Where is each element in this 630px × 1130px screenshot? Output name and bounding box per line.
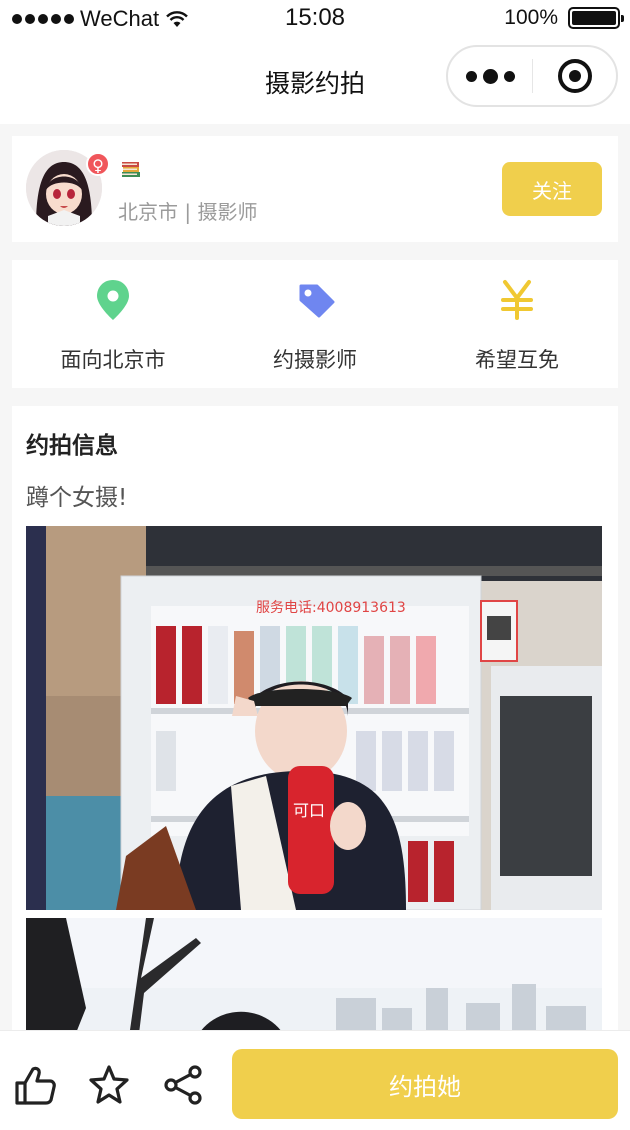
svg-text:可口: 可口 bbox=[293, 801, 325, 820]
more-dot-icon bbox=[465, 70, 477, 82]
battery-icon bbox=[568, 7, 624, 29]
feature-label: 面向北京市 bbox=[60, 348, 166, 372]
feature-price: 希望互免 bbox=[416, 260, 618, 388]
star-icon[interactable] bbox=[87, 1063, 131, 1107]
profile-card: ♀ 北京市 | 摄影师 关注 bbox=[12, 136, 618, 242]
feature-location: 面向北京市 bbox=[12, 260, 214, 388]
mini-program-capsule bbox=[446, 45, 618, 107]
avatar-wrap[interactable]: ♀ bbox=[26, 150, 110, 226]
info-text: 蹲个女摄! bbox=[26, 485, 128, 511]
feature-label: 约摄影师 bbox=[273, 348, 357, 372]
more-options-button[interactable] bbox=[448, 47, 532, 105]
post-photo-image: 服务电话:4008913613 可口 bbox=[26, 526, 602, 910]
bottom-bar: 约拍她 bbox=[0, 1030, 630, 1130]
close-mini-program-button[interactable] bbox=[533, 47, 616, 105]
more-dot-icon bbox=[503, 70, 515, 82]
close-circle-icon bbox=[557, 59, 592, 93]
info-title: 约拍信息 bbox=[26, 433, 118, 459]
book-shoot-button[interactable]: 约拍她 bbox=[232, 1049, 618, 1119]
tag-icon bbox=[299, 284, 335, 318]
status-right: 100% bbox=[504, 6, 624, 30]
svg-text:服务电话:4008913613: 服务电话:4008913613 bbox=[256, 600, 406, 616]
battery-percent: 100% bbox=[504, 6, 558, 29]
feature-label: 希望互免 bbox=[475, 348, 559, 372]
location-pin-icon bbox=[97, 280, 129, 320]
follow-button[interactable]: 关注 bbox=[502, 162, 602, 216]
feature-photographer: 约摄影师 bbox=[214, 260, 416, 388]
features-card: 面向北京市 约摄影师 希望互免 bbox=[12, 260, 618, 388]
more-dot-icon bbox=[482, 68, 498, 84]
books-icon bbox=[122, 162, 140, 177]
info-card: 约拍信息 蹲个女摄! 服务电话:4008913613 可口 bbox=[12, 406, 618, 1046]
share-icon[interactable] bbox=[161, 1063, 205, 1107]
post-photo[interactable]: 服务电话:4008913613 可口 bbox=[26, 526, 602, 910]
nav-bar: 摄影约拍 bbox=[0, 36, 630, 124]
post-photo[interactable] bbox=[26, 918, 602, 1046]
gender-badge: ♀ bbox=[86, 152, 110, 176]
post-photo-image bbox=[26, 918, 602, 1046]
status-bar: WeChat 15:08 100% bbox=[0, 0, 630, 36]
yen-icon bbox=[501, 280, 533, 320]
location-role-text: 北京市 | 摄影师 bbox=[118, 200, 258, 224]
thumbs-up-icon[interactable] bbox=[13, 1063, 57, 1107]
